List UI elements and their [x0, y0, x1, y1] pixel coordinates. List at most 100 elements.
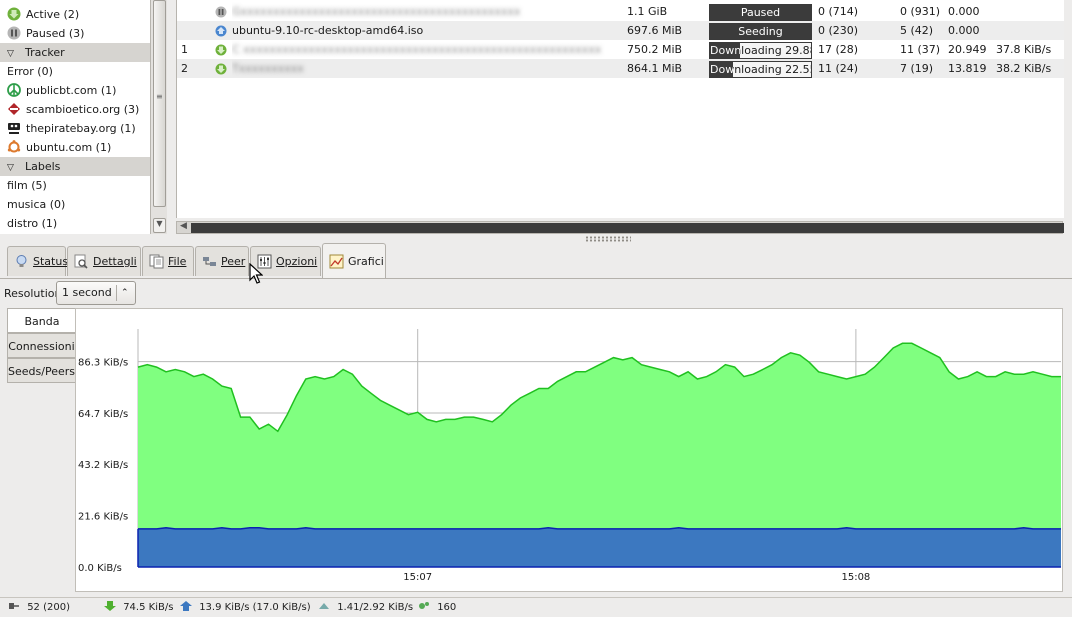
torrent-ratio: 0.000 — [948, 24, 980, 37]
dht-icon — [419, 602, 429, 609]
updown-arrow-icon: ⌃ — [121, 288, 129, 298]
sidebar-scroll-thumb[interactable] — [153, 0, 166, 207]
upload-arrow-icon — [180, 601, 192, 611]
sidebar-item[interactable]: thepiratebay.org (1) — [0, 119, 150, 138]
hscroll-thumb[interactable] — [191, 223, 1064, 233]
sidebar-item[interactable]: Error (0) — [0, 62, 150, 81]
downloading-state-icon — [215, 62, 227, 75]
sidebar-header-tracker[interactable]: ▽ Tracker — [0, 43, 150, 62]
sidebar-item-label: scambioetico.org (3) — [26, 103, 140, 116]
graph-tab-seeds-peers[interactable]: Seeds/Peers — [7, 358, 75, 383]
status-bar: 52 (200) 74.5 KiB/s 13.9 KiB/s (17.0 KiB… — [0, 597, 1072, 617]
torrent-row[interactable]: ubuntu-9.10-rc-desktop-amd64.iso 697.6 M… — [177, 21, 1064, 40]
torrent-peers: 7 (19) — [900, 62, 934, 75]
tab-grafici[interactable]: Grafici — [322, 243, 386, 278]
sidebar-item-label: film (5) — [7, 179, 47, 192]
torrent-ratio: 0.000 — [948, 5, 980, 18]
torrent-size: 750.2 MiB — [627, 43, 683, 56]
sidebar-item[interactable]: scambioetico.org (3) — [0, 100, 150, 119]
download-arrow-icon — [104, 601, 116, 611]
x-tick-label: 15:07 — [403, 572, 432, 583]
torrent-list-hscrollbar[interactable]: ◀ — [176, 221, 1064, 234]
torrent-name: ubuntu-9.10-rc-desktop-amd64.iso — [232, 24, 424, 37]
torrent-peers: 5 (42) — [900, 24, 934, 37]
torrent-row[interactable]: 2 Txxxxxxxxxx 864.1 MiB Downloading 22.5… — [177, 59, 1064, 78]
sidebar-item-label: musica (0) — [7, 198, 66, 211]
resolution-select[interactable]: 1 second ⌃ — [56, 281, 136, 305]
sidebar-header-labels[interactable]: ▽ Labels — [0, 157, 150, 176]
tab-label: Grafici — [348, 255, 384, 268]
tab-label: File — [168, 255, 187, 268]
resolution-label: Resolution — [4, 287, 62, 300]
scambioetico-icon — [7, 102, 21, 116]
torrent-status: Seeding — [738, 25, 783, 38]
y-tick-label: 64.7 KiB/s — [78, 409, 128, 420]
download-speed-value: 74.5 KiB/s — [123, 602, 174, 613]
graph-panel: 0.0 KiB/s 21.6 KiB/s 43.2 KiB/s 64.7 KiB/s 8… — [75, 308, 1063, 592]
tab-file[interactable]: File — [142, 246, 194, 276]
torrent-size: 697.6 MiB — [627, 24, 683, 37]
sidebar-item[interactable]: publicbt.com (1) — [0, 81, 150, 100]
status-download[interactable]: 74.5 KiB/s — [104, 601, 173, 613]
down-arrow-icon — [7, 7, 21, 21]
tab-label: Status — [33, 255, 69, 268]
sidebar-item[interactable]: distro (1) — [0, 214, 150, 233]
sidebar-item[interactable]: Paused (3) — [0, 24, 150, 43]
torrent-row[interactable]: 1 C xxxxxxxxxxxxxxxxxxxxxxxxxxxxxxxxxxxx… — [177, 40, 1064, 59]
bandwidth-chart: 0.0 KiB/s 21.6 KiB/s 43.2 KiB/s 64.7 KiB/s 8… — [78, 329, 1061, 583]
sidebar-header-label: Tracker — [25, 46, 65, 59]
scroll-down-icon[interactable]: ▼ — [153, 218, 166, 233]
torrent-seeds: 11 (24) — [818, 62, 859, 75]
torrent-name: Gxxxxxxxxxxxxxxxxxxxxxxxxxxxxxxxxxxxxxxx… — [232, 5, 521, 18]
pane-resize-handle[interactable] — [585, 236, 631, 242]
tab-label: Dettagli — [93, 255, 137, 268]
sidebar-header-label: Labels — [25, 160, 61, 173]
dht-value: 160 — [437, 602, 457, 613]
torrent-seeds: 0 (714) — [818, 5, 859, 18]
pause-icon — [7, 26, 21, 40]
tab-label: Peer — [221, 255, 246, 268]
plug-icon — [9, 603, 19, 609]
graph-tab-label: Seeds/Peers — [8, 365, 75, 378]
sidebar-item-label: publicbt.com (1) — [26, 84, 117, 97]
tab-peer[interactable]: Peer — [195, 246, 249, 276]
torrent-ratio: 13.819 — [948, 62, 987, 75]
network-icon — [202, 251, 217, 266]
torrent-size: 1.1 GiB — [627, 5, 668, 18]
pirate-ship-icon — [7, 121, 21, 135]
sidebar-item[interactable]: film (5) — [0, 176, 150, 195]
sidebar-item[interactable]: ubuntu.com (1) — [0, 138, 150, 157]
tab-divider — [0, 278, 1072, 279]
y-tick-label: 0.0 KiB/s — [78, 563, 122, 574]
graph-tab-label: Connessioni — [8, 340, 75, 353]
tab-status[interactable]: Status — [7, 246, 69, 276]
graph-tab-banda[interactable]: Banda — [7, 308, 76, 333]
torrent-down-speed: 38.2 KiB/s — [996, 62, 1052, 75]
sidebar-item[interactable]: Active (2) — [0, 5, 150, 24]
torrent-row[interactable]: Gxxxxxxxxxxxxxxxxxxxxxxxxxxxxxxxxxxxxxxx… — [177, 2, 1064, 21]
sidebar-item[interactable]: musica (0) — [0, 195, 150, 214]
scroll-left-icon[interactable]: ◀ — [180, 221, 187, 231]
lightbulb-icon — [14, 251, 29, 267]
torrent-ratio: 20.949 — [948, 43, 987, 56]
torrent-down-speed: 37.8 KiB/s — [996, 43, 1052, 56]
status-dht: 160 — [418, 601, 456, 613]
protocol-traffic-value: 1.41/2.92 KiB/s — [337, 602, 414, 613]
torrent-progress-bar: Downloading 22.55% Downloading 22.55% — [709, 61, 812, 78]
upload-speed-value: 13.9 KiB/s (17.0 KiB/s) — [199, 602, 311, 613]
torrent-progress-bar: Downloading 29.88% Downloading 29.88% — [709, 42, 812, 59]
series-upload-area — [138, 527, 1061, 567]
torrent-size: 864.1 MiB — [627, 62, 683, 75]
paused-state-icon — [215, 5, 227, 18]
status-upload[interactable]: 13.9 KiB/s (17.0 KiB/s) — [180, 601, 311, 613]
sidebar-scrollbar[interactable]: ≡ ▼ — [150, 0, 167, 234]
resolution-value: 1 second — [62, 286, 112, 299]
graph-tab-connessioni[interactable]: Connessioni — [7, 333, 75, 358]
connections-value: 52 (200) — [27, 602, 70, 613]
status-protocol-traffic: 1.41/2.92 KiB/s — [318, 601, 413, 613]
queue-position: 1 — [181, 43, 188, 56]
x-tick-label: 15:08 — [841, 572, 870, 583]
torrent-name: Txxxxxxxxxx — [232, 62, 304, 75]
tab-dettagli[interactable]: Dettagli — [67, 246, 141, 276]
status-connections[interactable]: 52 (200) — [8, 601, 70, 613]
